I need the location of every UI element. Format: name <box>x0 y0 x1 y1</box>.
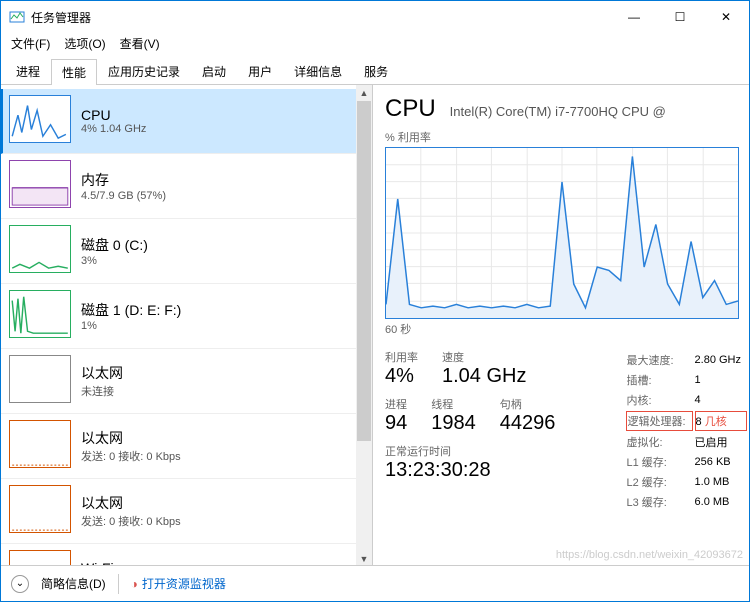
sidebar-item-label: 内存 <box>81 170 166 190</box>
sidebar-item-stat: 发送: 0 接收: 0 Kbps <box>81 448 181 464</box>
menu-view[interactable]: 查看(V) <box>120 35 160 52</box>
sidebar-item[interactable]: 磁盘 0 (C:) 3% <box>1 219 372 284</box>
sidebar-item[interactable]: 以太网 发送: 0 接收: 0 Kbps <box>1 414 372 479</box>
menubar: 文件(F) 选项(O) 查看(V) <box>1 33 749 56</box>
chevron-down-icon[interactable]: ⌄ <box>11 575 29 593</box>
cpu-chart <box>385 147 739 319</box>
sidebar-item-label: CPU <box>81 107 146 123</box>
menu-options[interactable]: 选项(O) <box>64 35 105 52</box>
minimize-button[interactable]: — <box>611 1 657 33</box>
thumb-chart <box>9 290 71 338</box>
thumb-chart <box>9 485 71 533</box>
chart-x-label: 60 秒 <box>385 321 749 337</box>
scroll-thumb[interactable] <box>357 101 371 441</box>
sidebar-item[interactable]: 以太网 发送: 0 接收: 0 Kbps <box>1 479 372 544</box>
sidebar-item[interactable]: 以太网 未连接 <box>1 349 372 414</box>
menu-file[interactable]: 文件(F) <box>11 35 50 52</box>
sidebar-item-label: 磁盘 1 (D: E: F:) <box>81 300 181 320</box>
thumb-chart <box>9 225 71 273</box>
tab-processes[interactable]: 进程 <box>5 58 51 84</box>
sidebar: CPU 4% 1.04 GHz 内存 4.5/7.9 GB (57%) 磁盘 0… <box>1 85 373 567</box>
sidebar-item[interactable]: CPU 4% 1.04 GHz <box>1 89 372 154</box>
stat-utilization: 利用率 4% <box>385 349 418 388</box>
tab-startup[interactable]: 启动 <box>191 58 237 84</box>
sidebar-item-label: 以太网 <box>81 428 181 448</box>
sidebar-item-stat: 1% <box>81 320 181 332</box>
sidebar-item[interactable]: Wi-Fi 发送: 0 接收: 16.0 Kbps <box>1 544 372 567</box>
detail-subtitle: Intel(R) Core(TM) i7-7700HQ CPU @ <box>450 104 666 119</box>
tab-details[interactable]: 详细信息 <box>283 58 353 84</box>
sidebar-item-stat: 4% 1.04 GHz <box>81 123 146 135</box>
titlebar: 任务管理器 — ☐ ✕ <box>1 1 749 33</box>
footer: ⌄ 简略信息(D) ◑ 打开资源监视器 <box>1 565 749 601</box>
watermark: https://blog.csdn.net/weixin_42093672 <box>556 549 743 561</box>
stat-handles: 句柄 44296 <box>500 396 556 435</box>
sidebar-item[interactable]: 内存 4.5/7.9 GB (57%) <box>1 154 372 219</box>
sidebar-item-label: 磁盘 0 (C:) <box>81 235 148 255</box>
sidebar-item-stat: 未连接 <box>81 383 123 399</box>
sidebar-item-stat: 发送: 0 接收: 0 Kbps <box>81 513 181 529</box>
stat-uptime: 正常运行时间 13:23:30:28 <box>385 443 604 482</box>
sidebar-item-stat: 4.5/7.9 GB (57%) <box>81 190 166 202</box>
stat-speed: 速度 1.04 GHz <box>442 349 526 388</box>
detail-pane: CPU Intel(R) Core(TM) i7-7700HQ CPU @ % … <box>373 85 749 567</box>
window-title: 任务管理器 <box>31 9 611 26</box>
sidebar-item-stat: 3% <box>81 255 148 267</box>
tabstrip: 进程 性能 应用历史记录 启动 用户 详细信息 服务 <box>1 58 749 85</box>
thumb-chart <box>9 355 71 403</box>
thumb-chart <box>9 420 71 468</box>
tab-users[interactable]: 用户 <box>237 58 283 84</box>
stat-threads: 线程 1984 <box>431 396 476 435</box>
stat-processes: 进程 94 <box>385 396 407 435</box>
scroll-up-icon[interactable]: ▲ <box>356 85 372 101</box>
tab-apphistory[interactable]: 应用历史记录 <box>97 58 191 84</box>
resmon-icon: ◑ <box>131 577 138 591</box>
tab-performance[interactable]: 性能 <box>51 59 97 85</box>
sidebar-item-label: 以太网 <box>81 493 181 513</box>
stats-table: 最大速度:2.80 GHz插槽:1内核:4逻辑处理器:8 几核虚拟化:已启用L1… <box>624 349 749 513</box>
open-resmon-link[interactable]: ◑ 打开资源监视器 <box>131 575 226 592</box>
thumb-chart <box>9 95 71 143</box>
thumb-chart <box>9 160 71 208</box>
detail-title: CPU <box>385 95 436 123</box>
tab-services[interactable]: 服务 <box>353 58 399 84</box>
app-icon <box>9 9 25 25</box>
scrollbar[interactable]: ▲ ▼ <box>356 85 372 567</box>
chart-y-label: % 利用率 <box>385 129 431 145</box>
maximize-button[interactable]: ☐ <box>657 1 703 33</box>
fewer-details-link[interactable]: 简略信息(D) <box>41 575 106 592</box>
sidebar-item[interactable]: 磁盘 1 (D: E: F:) 1% <box>1 284 372 349</box>
sidebar-item-label: 以太网 <box>81 363 123 383</box>
close-button[interactable]: ✕ <box>703 1 749 33</box>
